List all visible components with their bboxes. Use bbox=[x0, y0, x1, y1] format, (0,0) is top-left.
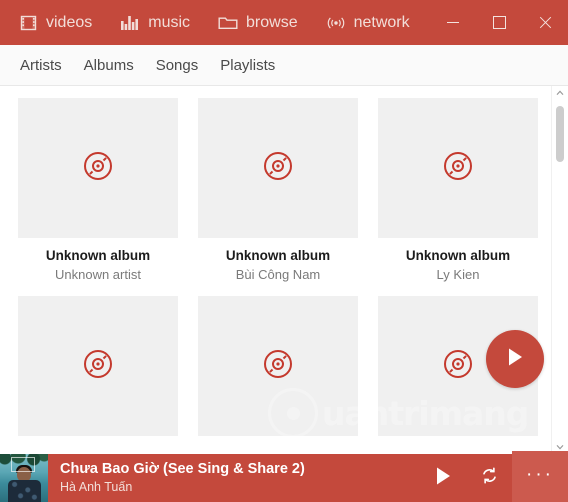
close-button[interactable] bbox=[522, 0, 568, 45]
disc-placeholder-icon bbox=[262, 348, 294, 385]
tab-songs[interactable]: Songs bbox=[152, 55, 203, 76]
now-playing-info: Chưa Bao Giờ (See Sing & Share 2) Hà Anh… bbox=[48, 454, 420, 502]
more-options-button[interactable]: ··· bbox=[512, 451, 568, 502]
album-card[interactable]: Unknown album Ly Kien bbox=[378, 98, 538, 282]
player-controls: ··· bbox=[420, 451, 568, 502]
album-art-placeholder bbox=[198, 296, 358, 436]
album-title: Unknown album bbox=[225, 248, 331, 263]
equalizer-icon bbox=[120, 14, 140, 32]
album-artist: Bùi Công Nam bbox=[235, 267, 321, 282]
library-content: Unknown album Unknown artist Unknown alb… bbox=[0, 86, 568, 454]
titlebar-nav: videos music browse network bbox=[0, 10, 430, 36]
play-icon bbox=[504, 345, 526, 374]
tab-albums[interactable]: Albums bbox=[80, 55, 138, 76]
film-strip-icon bbox=[18, 14, 38, 32]
nav-item-browse[interactable]: browse bbox=[216, 10, 300, 36]
disc-placeholder-icon bbox=[262, 150, 294, 187]
tab-playlists[interactable]: Playlists bbox=[216, 55, 279, 76]
now-playing-artist: Hà Anh Tuấn bbox=[60, 480, 133, 495]
now-playing-title: Chưa Bao Giờ (See Sing & Share 2) bbox=[60, 460, 305, 477]
disc-placeholder-icon bbox=[82, 150, 114, 187]
album-card[interactable] bbox=[198, 296, 358, 450]
now-playing-bar: Chưa Bao Giờ (See Sing & Share 2) Hà Anh… bbox=[0, 451, 568, 502]
album-title: Unknown album bbox=[405, 248, 511, 263]
nav-label-videos: videos bbox=[46, 13, 93, 31]
album-art-placeholder bbox=[18, 296, 178, 436]
nav-label-network: network bbox=[353, 13, 410, 31]
play-icon bbox=[433, 465, 453, 492]
album-artist: Unknown artist bbox=[55, 267, 141, 282]
album-art-thumbnail[interactable] bbox=[0, 454, 48, 502]
disc-placeholder-icon bbox=[442, 150, 474, 187]
broadcast-icon bbox=[326, 14, 346, 32]
album-card[interactable] bbox=[18, 296, 178, 450]
disc-placeholder-icon bbox=[442, 348, 474, 385]
chevron-up-icon[interactable] bbox=[552, 86, 568, 100]
disc-placeholder-icon bbox=[82, 348, 114, 385]
minimize-button[interactable] bbox=[430, 0, 476, 45]
nav-label-browse: browse bbox=[246, 13, 298, 31]
folder-icon bbox=[218, 14, 238, 32]
media-player-window: videos music browse network Artists Albu… bbox=[0, 0, 568, 502]
album-title: Unknown album bbox=[45, 248, 151, 263]
scrollbar-track[interactable] bbox=[552, 100, 568, 440]
play-pause-button[interactable] bbox=[420, 454, 466, 502]
tab-artists[interactable]: Artists bbox=[16, 55, 66, 76]
close-icon bbox=[539, 16, 552, 29]
nav-item-network[interactable]: network bbox=[324, 10, 412, 36]
album-grid: Unknown album Unknown artist Unknown alb… bbox=[18, 98, 541, 450]
album-art-placeholder bbox=[18, 98, 178, 238]
repeat-button[interactable] bbox=[466, 454, 512, 502]
nav-item-videos[interactable]: videos bbox=[16, 10, 94, 36]
library-tabbar: Artists Albums Songs Playlists bbox=[0, 45, 568, 86]
repeat-icon bbox=[480, 466, 499, 490]
album-grid-area: Unknown album Unknown artist Unknown alb… bbox=[0, 86, 551, 454]
play-all-fab[interactable] bbox=[486, 330, 544, 388]
minimize-icon bbox=[447, 22, 459, 23]
album-artist: Ly Kien bbox=[436, 267, 480, 282]
scrollbar-thumb[interactable] bbox=[556, 106, 564, 162]
album-art-placeholder bbox=[198, 98, 358, 238]
title-bar: videos music browse network bbox=[0, 0, 568, 45]
maximize-icon bbox=[492, 16, 506, 29]
nav-item-music[interactable]: music bbox=[118, 10, 192, 36]
album-card[interactable]: Unknown album Bùi Công Nam bbox=[198, 98, 358, 282]
vertical-scrollbar[interactable] bbox=[551, 86, 568, 454]
album-art-placeholder bbox=[378, 98, 538, 238]
maximize-button[interactable] bbox=[476, 0, 522, 45]
nav-label-music: music bbox=[148, 13, 191, 31]
album-card[interactable]: Unknown album Unknown artist bbox=[18, 98, 178, 282]
window-controls bbox=[430, 0, 568, 45]
